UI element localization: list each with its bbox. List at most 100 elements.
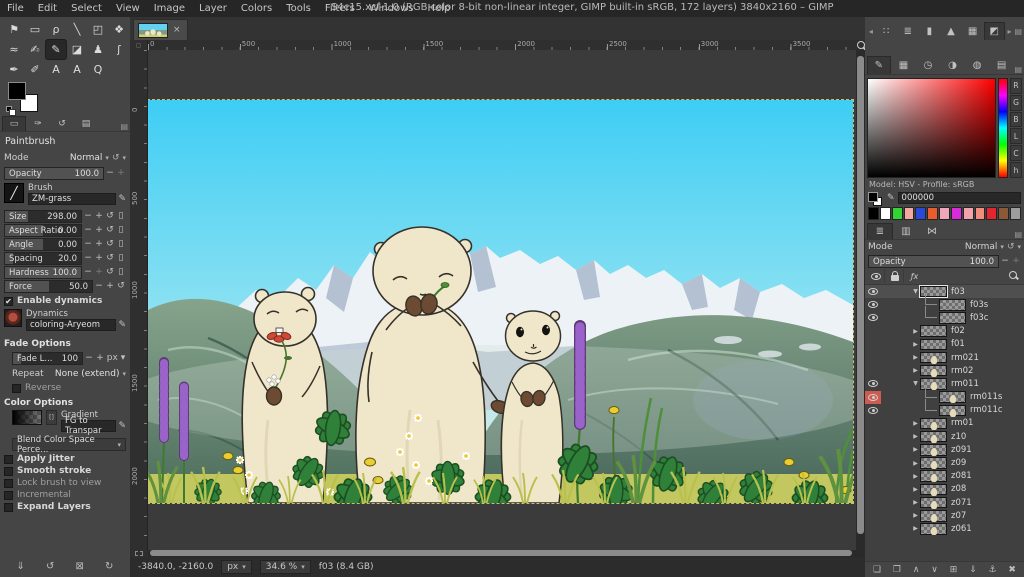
dynamics-edit-icon[interactable]: ✎ bbox=[118, 320, 126, 330]
layer-row[interactable]: ▶z07 bbox=[865, 509, 1024, 522]
fg-bg-color-swatches[interactable] bbox=[6, 82, 56, 116]
expander-open-icon[interactable]: ▼ bbox=[911, 288, 920, 295]
menu-item-colors[interactable]: Colors bbox=[234, 2, 279, 15]
clone-tool[interactable]: ♟ bbox=[88, 40, 108, 59]
chevron-down-icon[interactable]: ▾ bbox=[105, 154, 109, 162]
crop-tool[interactable]: ◰ bbox=[88, 20, 108, 39]
layer-visibility-cell[interactable] bbox=[865, 457, 881, 470]
checkbox-icon[interactable] bbox=[4, 479, 13, 488]
opacity-slider-bar[interactable]: Opacity 100.0 bbox=[4, 167, 104, 180]
tab-layers[interactable]: ≣ bbox=[867, 223, 893, 239]
layer-thumbnail[interactable] bbox=[920, 484, 947, 496]
color-history-swatch[interactable] bbox=[975, 207, 986, 220]
layer-visibility-cell[interactable] bbox=[865, 285, 881, 298]
fade-length-slider[interactable]: Fade L... 100 − + px ▾ bbox=[12, 351, 126, 365]
link-icon[interactable]: ▯ bbox=[116, 211, 126, 221]
menu-item-view[interactable]: View bbox=[109, 2, 147, 15]
layer-thumbnail[interactable] bbox=[920, 431, 947, 443]
decrease-button[interactable]: − bbox=[94, 281, 104, 291]
panel-tab-patterns[interactable]: ▦ bbox=[892, 56, 916, 74]
lock-visibility-button[interactable] bbox=[868, 269, 885, 283]
layer-visibility-cell[interactable] bbox=[865, 483, 881, 496]
checkbox-icon[interactable] bbox=[4, 491, 13, 500]
brush-preview-icon[interactable]: ╱ bbox=[4, 183, 24, 203]
merge-down-button[interactable]: ⇓ bbox=[969, 565, 977, 575]
dock-menu-icon[interactable]: ▤ bbox=[1014, 27, 1022, 36]
size-slider[interactable]: Size298.00−+↺▯ bbox=[4, 209, 126, 223]
layer-row[interactable]: f03s bbox=[865, 298, 1024, 311]
layer-visibility-cell[interactable] bbox=[865, 311, 881, 324]
aspect-ratio-slider[interactable]: Aspect Ratio0.00−+↺▯ bbox=[4, 223, 126, 237]
slider-bar[interactable]: Angle0.00 bbox=[4, 238, 82, 251]
fade-increase-button[interactable]: + bbox=[95, 353, 105, 363]
color-history-swatch[interactable] bbox=[915, 207, 926, 220]
dynamics-name-field[interactable]: coloring-Aryeom bbox=[26, 319, 116, 331]
layer-visibility-cell[interactable] bbox=[865, 404, 881, 417]
rectangle-select-tool[interactable]: ▭ bbox=[25, 20, 45, 39]
layer-row[interactable]: ▶z10 bbox=[865, 430, 1024, 443]
expander-closed-icon[interactable]: ▶ bbox=[911, 486, 920, 493]
scroll-tabs-right-icon[interactable]: ▸ bbox=[1006, 27, 1014, 36]
ruler-corner[interactable]: ◻ bbox=[130, 40, 148, 50]
color-history-swatch[interactable] bbox=[868, 207, 879, 220]
layer-row[interactable]: ▶z081 bbox=[865, 470, 1024, 483]
duplicate-layer-button[interactable]: ⊞ bbox=[950, 565, 958, 575]
color-history-swatch[interactable] bbox=[998, 207, 1009, 220]
layer-visibility-cell[interactable] bbox=[865, 391, 881, 404]
free-select-tool[interactable]: ρ bbox=[46, 20, 66, 39]
smudge-tool[interactable]: ʃ bbox=[109, 40, 129, 59]
vertical-scrollbar[interactable] bbox=[856, 50, 865, 550]
new-group-button[interactable]: ❐ bbox=[893, 565, 901, 575]
layer-mode-value[interactable]: Normal bbox=[965, 242, 998, 252]
save-tool-preset-button[interactable]: ⇓ bbox=[17, 561, 25, 572]
color-history-swatch[interactable] bbox=[904, 207, 915, 220]
expander-closed-icon[interactable]: ▶ bbox=[911, 512, 920, 519]
vertical-ruler[interactable]: 0500100015002000 bbox=[130, 50, 148, 550]
expander-closed-icon[interactable]: ▶ bbox=[911, 499, 920, 506]
menu-item-image[interactable]: Image bbox=[147, 2, 192, 15]
mode-value[interactable]: Normal bbox=[70, 153, 103, 163]
layer-thumbnail[interactable] bbox=[920, 457, 947, 469]
gradient-reverse-button[interactable]: [] bbox=[46, 410, 57, 425]
gradient-selector[interactable]: [] Gradient FG to Transpar ✎ bbox=[12, 410, 126, 436]
checkbox-icon[interactable] bbox=[4, 503, 13, 512]
increase-button[interactable]: + bbox=[94, 225, 104, 235]
reset-icon[interactable]: ↺ bbox=[116, 281, 126, 291]
reset-icon[interactable]: ↺ bbox=[105, 211, 115, 221]
increase-button[interactable]: + bbox=[105, 281, 115, 291]
opacity-decrease-button[interactable]: − bbox=[105, 168, 115, 178]
tab-channels[interactable]: ▥ bbox=[893, 223, 919, 239]
chevron-down-icon[interactable]: ▾ bbox=[1017, 243, 1021, 251]
layer-visibility-cell[interactable] bbox=[865, 377, 881, 390]
layer-visibility-cell[interactable] bbox=[865, 325, 881, 338]
expander-closed-icon[interactable]: ▶ bbox=[911, 420, 920, 427]
dock-tab-patterns[interactable]: ▦ bbox=[962, 22, 983, 40]
layer-row[interactable]: ▶rm021 bbox=[865, 351, 1024, 364]
fade-unit-dropdown[interactable]: px ▾ bbox=[106, 353, 126, 363]
reset-icon[interactable]: ↺ bbox=[105, 239, 115, 249]
smooth-stroke-checkbox[interactable]: Smooth stroke bbox=[4, 465, 126, 477]
link-icon[interactable]: ▯ bbox=[116, 267, 126, 277]
color-history-swatch[interactable] bbox=[880, 207, 891, 220]
decrease-button[interactable]: − bbox=[83, 211, 93, 221]
increase-button[interactable]: + bbox=[94, 211, 104, 221]
zoom-dropdown[interactable]: 34.6 % ▾ bbox=[260, 560, 311, 574]
saturation-value-square[interactable] bbox=[867, 78, 996, 178]
layer-thumbnail[interactable] bbox=[939, 299, 966, 311]
gradient-name-field[interactable]: FG to Transpar bbox=[61, 420, 116, 432]
restore-tool-preset-button[interactable]: ↺ bbox=[46, 561, 54, 572]
spacing-slider[interactable]: Spacing20.0−+↺▯ bbox=[4, 251, 126, 265]
force-slider[interactable]: Force50.0−+↺ bbox=[4, 279, 126, 293]
repeat-dropdown-row[interactable]: Repeat None (extend) ▾ bbox=[12, 367, 126, 380]
lock-brush-to-view-checkbox[interactable]: Lock brush to view bbox=[4, 477, 126, 489]
slider-bar[interactable]: Aspect Ratio0.00 bbox=[4, 224, 82, 237]
layer-thumbnail[interactable] bbox=[920, 497, 947, 509]
menu-item-tools[interactable]: Tools bbox=[279, 2, 318, 15]
layer-thumbnail[interactable] bbox=[920, 352, 947, 364]
color-history-swatch[interactable] bbox=[892, 207, 903, 220]
foreground-color-swatch[interactable] bbox=[8, 82, 26, 100]
paths-tool[interactable]: ✒ bbox=[4, 60, 24, 79]
opacity-slider[interactable]: Opacity 100.0 − + bbox=[4, 166, 126, 180]
paint-mode-row[interactable]: Mode Normal ▾ ↺ ▾ bbox=[4, 151, 126, 164]
fade-decrease-button[interactable]: − bbox=[84, 353, 94, 363]
